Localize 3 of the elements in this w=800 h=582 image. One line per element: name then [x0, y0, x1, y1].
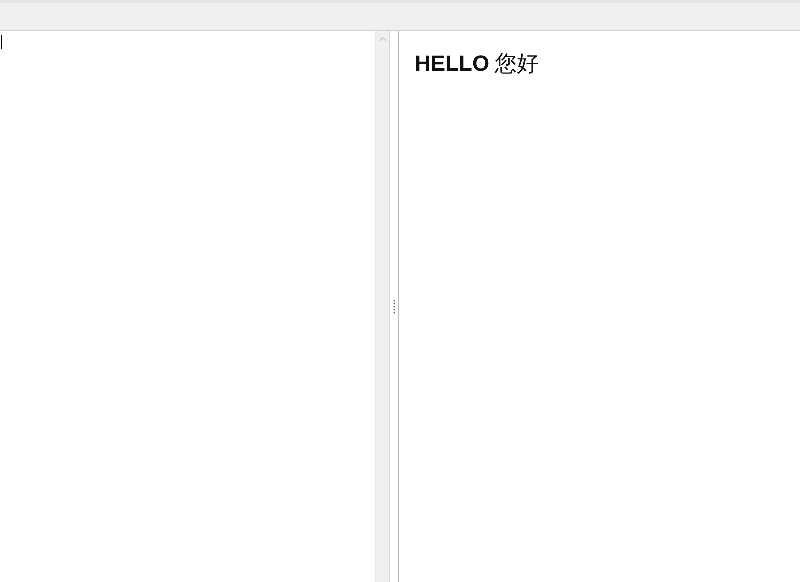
text-cursor: [1, 35, 2, 49]
grip-icon: [392, 298, 396, 314]
preview-heading: HELLO 您好: [415, 50, 540, 78]
